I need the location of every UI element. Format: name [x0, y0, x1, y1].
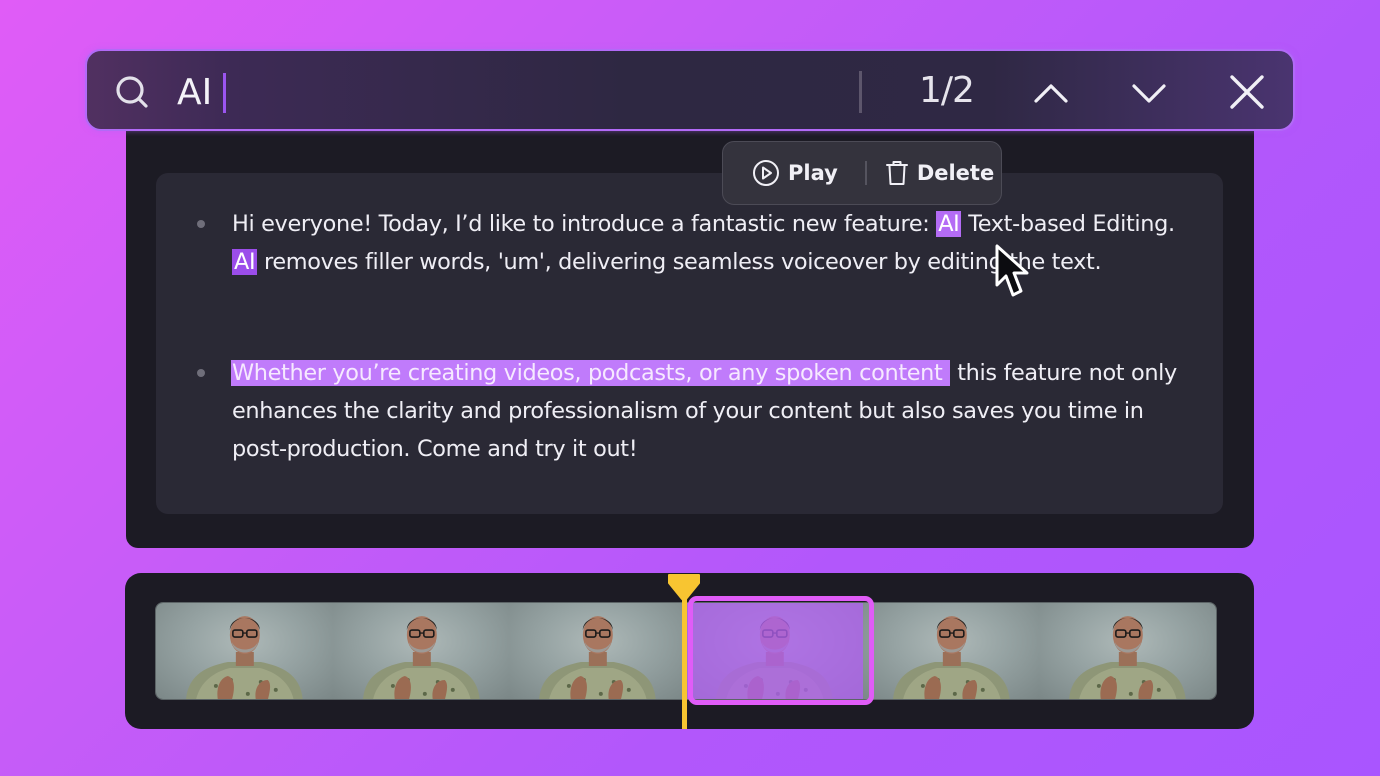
presenter-thumbnail: [539, 616, 656, 699]
delete-label: Delete: [916, 161, 995, 185]
video-frame[interactable]: [1039, 603, 1216, 699]
selection-context-menu: Play Delete: [722, 141, 1002, 205]
text-caret: [223, 73, 226, 113]
playhead-handle[interactable]: [667, 573, 701, 601]
play-circle-icon: [753, 160, 779, 186]
close-icon[interactable]: [1225, 71, 1269, 115]
transcript-paragraph[interactable]: Hi everyone! Today, I’d like to introduc…: [197, 205, 1192, 281]
timeline-track: [125, 573, 1254, 729]
text-segment[interactable]: Text-based Editing.: [961, 211, 1175, 237]
find-bar: AI 1/2: [85, 49, 1295, 131]
selected-text[interactable]: Whether you’re creating videos, podcasts…: [231, 360, 951, 386]
video-frame[interactable]: [862, 603, 1040, 699]
presenter-thumbnail: [362, 616, 480, 699]
search-match-current[interactable]: AI: [936, 211, 962, 237]
presenter-thumbnail: [892, 616, 1010, 699]
search-match[interactable]: AI: [232, 249, 258, 275]
search-icon: [116, 76, 148, 108]
match-counter: 1/2: [919, 70, 975, 111]
transcript-paragraph[interactable]: Whether you’re creating videos, podcasts…: [197, 354, 1192, 468]
play-button[interactable]: Play: [752, 159, 838, 187]
playhead-line[interactable]: [682, 589, 687, 729]
text-segment[interactable]: removes filler words, 'um', delivering s…: [257, 249, 1102, 275]
play-label: Play: [788, 161, 838, 185]
menu-divider: [864, 161, 867, 185]
presenter-thumbnail: [716, 616, 833, 699]
bullet-icon: [197, 369, 205, 377]
transcript-card: Hi everyone! Today, I’d like to introduc…: [156, 173, 1223, 514]
transcript-editor-panel: Hi everyone! Today, I’d like to introduc…: [126, 118, 1254, 548]
bullet-icon: [197, 220, 205, 228]
presenter-thumbnail: [186, 616, 303, 699]
search-input[interactable]: AI: [177, 69, 212, 117]
chevron-up-icon[interactable]: [1029, 71, 1073, 115]
text-segment[interactable]: Hi everyone! Today, I’d like to introduc…: [232, 211, 936, 237]
search-divider: [859, 71, 862, 113]
video-frame[interactable]: [156, 603, 333, 699]
chevron-down-icon[interactable]: [1127, 71, 1171, 115]
video-frame-selected[interactable]: [686, 603, 863, 699]
delete-button[interactable]: Delete: [885, 159, 994, 187]
video-frame[interactable]: [332, 603, 510, 699]
presenter-thumbnail: [1069, 616, 1186, 699]
video-frame[interactable]: [509, 603, 687, 699]
trash-icon: [885, 161, 908, 185]
